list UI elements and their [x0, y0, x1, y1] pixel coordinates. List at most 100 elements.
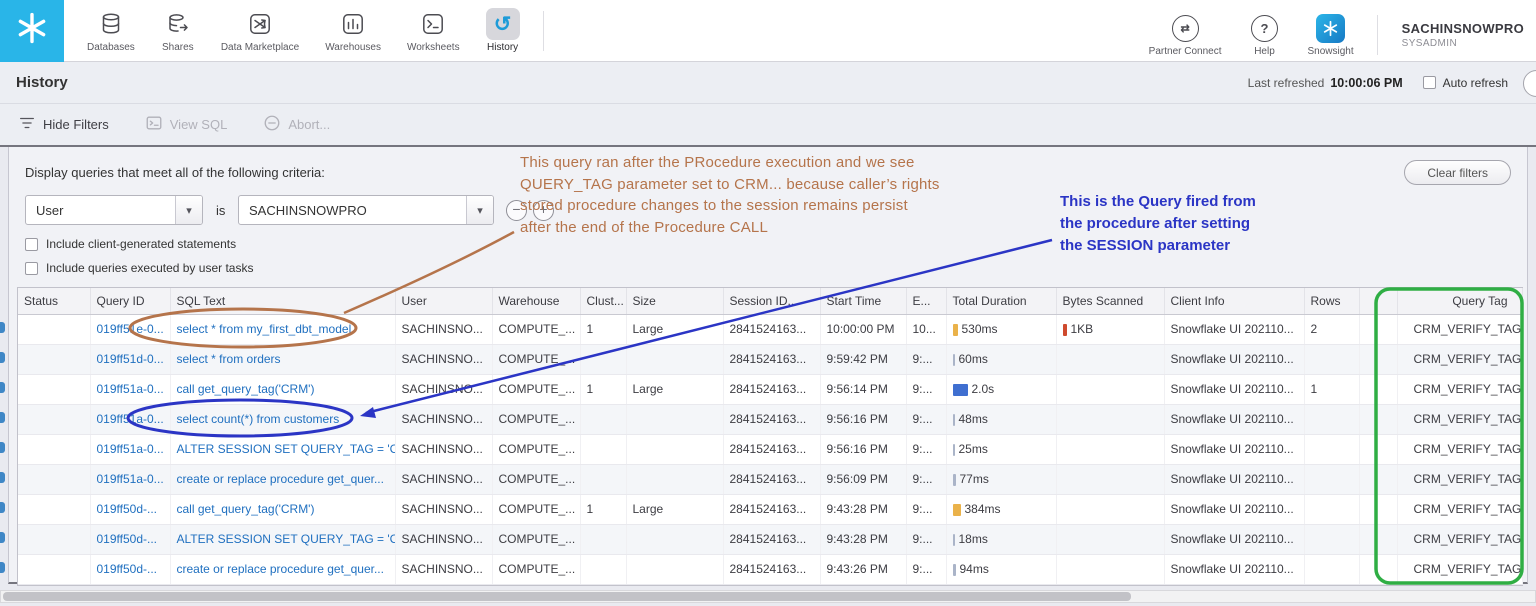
nav-tab-data-marketplace[interactable]: Data Marketplace: [208, 8, 312, 53]
horizontal-scrollbar-thumb[interactable]: [3, 592, 1131, 601]
start-time-cell: 9:59:42 PM: [820, 344, 907, 375]
query-id-link: 019ff51e-0...: [90, 314, 171, 345]
column-header-e[interactable]: E...: [906, 288, 947, 315]
session-id-cell: 2841524163...: [723, 344, 821, 375]
filter-field-select[interactable]: User ▾: [25, 195, 203, 225]
refresh-button[interactable]: [1523, 70, 1536, 97]
nav-tab-shares[interactable]: Shares: [148, 8, 208, 53]
sql-text-link[interactable]: ALTER SESSION SET QUERY_TAG = 'C...: [177, 442, 395, 456]
content-panel: Display queries that meet all of the fol…: [8, 147, 1528, 586]
nav-snowsight[interactable]: Snowsight: [1295, 12, 1367, 57]
user-cell: SACHINSNO...: [395, 374, 493, 405]
start-time-cell: 10:00:00 PM: [820, 314, 907, 345]
include-user-tasks-checkbox[interactable]: [25, 261, 38, 275]
nav-tab-warehouses[interactable]: Warehouses: [312, 8, 394, 53]
table-row[interactable]: 019ff50d-... call get_query_tag('CRM') SAC…: [18, 494, 1523, 525]
query-tag-cell: CRM_VERIFY_TAG: [1397, 434, 1523, 465]
status-cell: [18, 374, 91, 405]
sql-text-link[interactable]: select * from my_first_dbt_model: [177, 322, 352, 336]
nav-label: Databases: [87, 42, 135, 53]
include-user-tasks-label: Include queries executed by user tasks: [46, 261, 254, 275]
table-row[interactable]: 019ff51a-0... ALTER SESSION SET QUERY_TAG…: [18, 434, 1523, 465]
nav-help[interactable]: ? Help: [1235, 12, 1295, 57]
query-id-link[interactable]: 019ff50d-...: [97, 562, 158, 576]
end-time-cell: 9:...: [906, 524, 947, 555]
query-id-link[interactable]: 019ff51a-0...: [97, 412, 164, 426]
duration-bar: [952, 563, 956, 576]
user-cell: SACHINSNO...: [395, 494, 493, 525]
query-id-link[interactable]: 019ff50d-...: [97, 532, 158, 546]
hide-filters-button[interactable]: Hide Filters: [18, 114, 109, 135]
column-header-blank[interactable]: [1359, 288, 1398, 315]
sql-text-link[interactable]: select count(*) from customers: [177, 412, 340, 426]
table-row[interactable]: 019ff50d-... ALTER SESSION SET QUERY_TAG …: [18, 524, 1523, 555]
sql-text-link: select * from orders: [170, 344, 396, 375]
size-cell: Large: [626, 494, 724, 525]
start-time-cell: 9:56:16 PM: [820, 434, 907, 465]
column-header-query-tag[interactable]: Query Tag: [1397, 288, 1523, 315]
horizontal-scrollbar[interactable]: [0, 590, 1536, 603]
rows-cell: [1304, 404, 1360, 435]
query-id-link[interactable]: 019ff51a-0...: [97, 382, 164, 396]
remove-filter-button[interactable]: −: [506, 200, 527, 221]
snowflake-logo[interactable]: [0, 0, 64, 62]
query-id-link[interactable]: 019ff51e-0...: [97, 322, 164, 336]
nav-tab-history[interactable]: ↺ History: [473, 8, 533, 53]
abort-button[interactable]: Abort...: [263, 114, 330, 135]
spacer-cell: [1359, 404, 1398, 435]
account-menu[interactable]: SACHINSNOWPRO SYSADMIN: [1402, 21, 1524, 49]
query-id-link[interactable]: 019ff50d-...: [97, 502, 158, 516]
clear-filters-button[interactable]: Clear filters: [1404, 160, 1511, 185]
sql-text-link[interactable]: call get_query_tag('CRM'): [177, 382, 315, 396]
column-header-client-info[interactable]: Client Info: [1164, 288, 1305, 315]
row-status-sliver: [0, 532, 5, 543]
client-info-cell: Snowflake UI 202110...: [1164, 524, 1305, 555]
sql-text-link[interactable]: create or replace procedure get_quer...: [177, 562, 384, 576]
bytes-scanned-cell: [1056, 404, 1165, 435]
sql-text-link[interactable]: select * from orders: [177, 352, 281, 366]
query-id-link[interactable]: 019ff51a-0...: [97, 472, 164, 486]
column-header-clust[interactable]: Clust...: [580, 288, 627, 315]
column-header-start-time[interactable]: Start Time: [820, 288, 907, 315]
user-cell: SACHINSNO...: [395, 554, 493, 585]
table-row[interactable]: 019ff51a-0... call get_query_tag('CRM') SA…: [18, 374, 1523, 405]
auto-refresh-checkbox[interactable]: [1422, 76, 1436, 89]
cluster-cell: [580, 554, 627, 585]
nav-tab-worksheets[interactable]: Worksheets: [394, 8, 473, 53]
column-header-query-id[interactable]: Query ID: [90, 288, 171, 315]
sql-text-link[interactable]: call get_query_tag('CRM'): [177, 502, 315, 516]
filter-value-select[interactable]: SACHINSNOWPRO ▾: [238, 195, 494, 225]
table-row[interactable]: 019ff51d-0... select * from orders SACHINS…: [18, 344, 1523, 375]
column-header-user[interactable]: User: [395, 288, 493, 315]
nav-tab-databases[interactable]: Databases: [74, 8, 148, 53]
bytes-scanned-cell: 1KB: [1056, 314, 1165, 345]
row-status-sliver: [0, 562, 5, 573]
total-duration-cell: 48ms: [946, 404, 1057, 435]
cluster-cell: [580, 434, 627, 465]
last-refreshed-label: Last refreshed: [1247, 75, 1325, 90]
column-header-warehouse[interactable]: Warehouse: [492, 288, 581, 315]
rows-cell: [1304, 434, 1360, 465]
session-id-cell: 2841524163...: [723, 314, 821, 345]
start-time-cell: 9:43:28 PM: [820, 524, 907, 555]
query-id-link[interactable]: 019ff51a-0...: [97, 442, 164, 456]
column-header-session-id[interactable]: Session ID...: [723, 288, 821, 315]
table-row[interactable]: 019ff51a-0... create or replace procedure…: [18, 464, 1523, 495]
add-filter-button[interactable]: +: [533, 200, 554, 221]
column-header-bytes-scanned[interactable]: Bytes Scanned: [1056, 288, 1165, 315]
table-row[interactable]: 019ff51e-0... select * from my_first_dbt_…: [18, 314, 1523, 345]
sql-text-link[interactable]: ALTER SESSION SET QUERY_TAG = 'C...: [177, 532, 395, 546]
view-sql-button[interactable]: View SQL: [145, 114, 227, 135]
column-header-sql-text[interactable]: SQL Text: [170, 288, 396, 315]
column-header-size[interactable]: Size: [626, 288, 724, 315]
nav-partner-connect[interactable]: ⇄ Partner Connect: [1136, 12, 1235, 57]
table-row[interactable]: 019ff50d-... create or replace procedure …: [18, 554, 1523, 585]
include-client-statements-checkbox[interactable]: [25, 237, 38, 251]
client-info-cell: Snowflake UI 202110...: [1164, 554, 1305, 585]
query-id-link[interactable]: 019ff51d-0...: [97, 352, 164, 366]
column-header-status[interactable]: Status: [18, 288, 91, 315]
column-header-total-duration[interactable]: Total Duration: [946, 288, 1057, 315]
sql-text-link[interactable]: create or replace procedure get_quer...: [177, 472, 384, 486]
table-row[interactable]: 019ff51a-0... select count(*) from custom…: [18, 404, 1523, 435]
column-header-rows[interactable]: Rows: [1304, 288, 1360, 315]
